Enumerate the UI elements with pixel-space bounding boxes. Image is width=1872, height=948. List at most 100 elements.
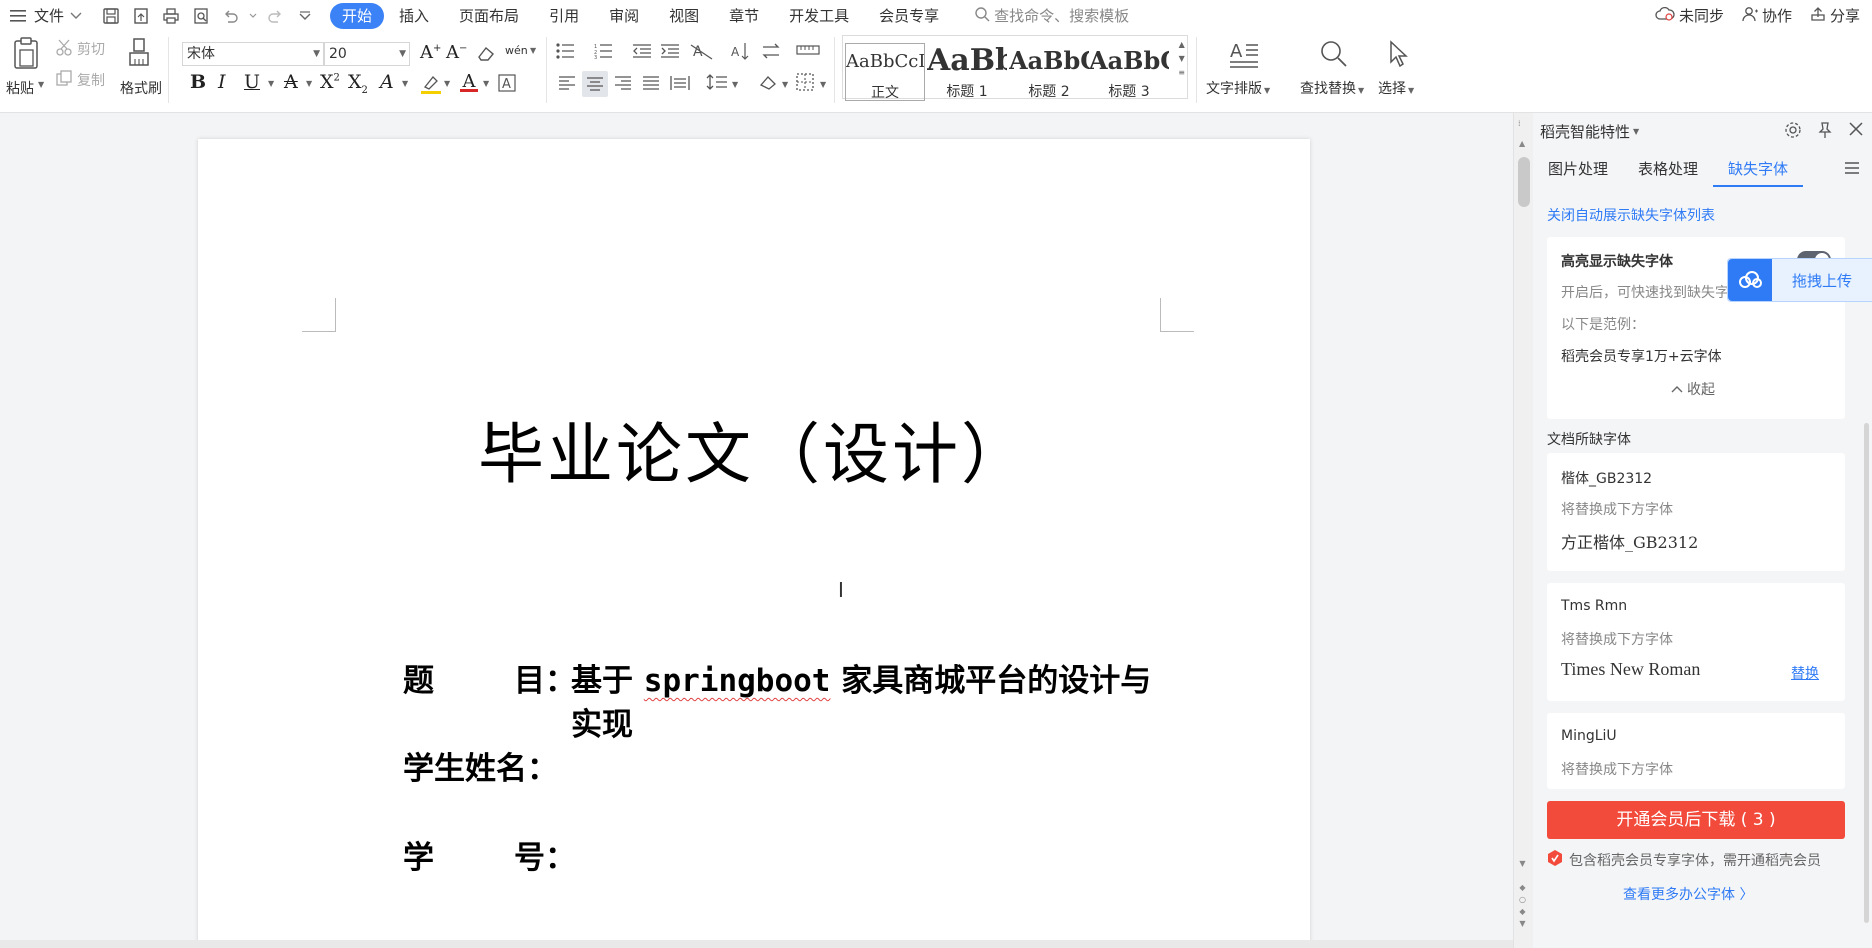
- replace-button[interactable]: 替换: [1791, 663, 1819, 683]
- style-heading-3[interactable]: AaBbC 标题 3: [1089, 43, 1169, 101]
- panel-splitter-scrollbar[interactable]: ⁞ ▲ ▼ ◆ ○ ◆ ▼: [1513, 113, 1533, 948]
- highlight-color-icon[interactable]: [420, 73, 442, 95]
- page-nav-icon[interactable]: ▼ ◆ ○ ◆ ▼: [1519, 858, 1526, 930]
- distribute-icon[interactable]: [670, 75, 690, 91]
- chevron-down-icon[interactable]: ▼: [1633, 127, 1639, 136]
- tab-insert[interactable]: 插入: [384, 2, 444, 30]
- char-border-icon[interactable]: A: [498, 74, 516, 92]
- tab-image-processing[interactable]: 图片处理: [1533, 153, 1623, 187]
- subscript-icon[interactable]: X2: [348, 71, 368, 96]
- text-direction-icon[interactable]: A: [690, 41, 714, 61]
- chevron-down-icon[interactable]: ▼: [483, 79, 489, 88]
- cut-button[interactable]: 剪切: [55, 38, 105, 60]
- export-pdf-icon[interactable]: [128, 3, 154, 29]
- justify-icon[interactable]: [642, 75, 660, 91]
- numbered-list-icon[interactable]: 123: [594, 43, 618, 59]
- bold-icon[interactable]: B: [190, 71, 206, 93]
- paste-dropdown-icon[interactable]: ▼: [38, 80, 44, 89]
- student-id-label[interactable]: 学 号：: [403, 832, 576, 877]
- undo-icon[interactable]: [218, 3, 244, 29]
- student-name-label[interactable]: 学生姓名：: [403, 743, 558, 788]
- style-heading-2[interactable]: AaBbC 标题 2: [1009, 43, 1089, 101]
- print-preview-icon[interactable]: [188, 3, 214, 29]
- document-title[interactable]: 毕业论文（设计）: [198, 401, 1310, 497]
- tab-sections[interactable]: 章节: [714, 2, 774, 30]
- chevron-down-icon[interactable]: ▼: [782, 80, 788, 89]
- font-card[interactable]: MingLiU 将替换成下方字体: [1547, 713, 1845, 789]
- panel-scrollbar[interactable]: [1864, 423, 1869, 923]
- close-icon[interactable]: [1848, 121, 1864, 143]
- style-heading-1[interactable]: AaBb 标题 1: [927, 43, 1007, 101]
- tab-developer[interactable]: 开发工具: [774, 2, 864, 30]
- tab-missing-fonts[interactable]: 缺失字体: [1713, 153, 1804, 187]
- pin-icon[interactable]: [1816, 121, 1834, 143]
- font-size-select[interactable]: 20 ▼: [324, 42, 410, 66]
- text-layout-button[interactable]: 文字排版 ▼: [1206, 78, 1270, 98]
- superscript-icon[interactable]: X2: [320, 71, 340, 93]
- menu-icon[interactable]: [1844, 161, 1860, 179]
- style-normal[interactable]: AaBbCcDd 正文: [845, 43, 925, 101]
- tab-table-processing[interactable]: 表格处理: [1623, 153, 1713, 187]
- tab-member[interactable]: 会员专享: [864, 2, 954, 30]
- phonetic-guide-button[interactable]: wén: [505, 40, 528, 58]
- tab-view[interactable]: 视图: [654, 2, 714, 30]
- font-color-icon[interactable]: A: [460, 71, 478, 92]
- document-page[interactable]: 毕业论文（设计） 题 目： 基于 springboot 家具商城平台的设计与 实现…: [198, 139, 1310, 948]
- redo-icon[interactable]: [262, 3, 288, 29]
- chevron-down-icon[interactable]: ▼: [444, 79, 450, 88]
- styles-scroll[interactable]: ▲ ▼ ≡: [1178, 38, 1185, 80]
- chevron-down-icon[interactable]: ▼: [732, 80, 738, 89]
- misspelled-word[interactable]: springboot: [644, 663, 831, 699]
- close-auto-show-link[interactable]: 关闭自动展示缺失字体列表: [1547, 205, 1715, 225]
- collapse-button[interactable]: 收起: [1671, 379, 1715, 399]
- panel-title[interactable]: 稻壳智能特性: [1540, 121, 1630, 142]
- scroll-up-icon[interactable]: ▲: [1519, 139, 1525, 148]
- chevron-down-icon[interactable]: ▼: [820, 80, 826, 89]
- undo-dropdown-icon[interactable]: [248, 3, 258, 29]
- document-canvas[interactable]: 毕业论文（设计） 题 目： 基于 springboot 家具商城平台的设计与 实现…: [0, 113, 1513, 948]
- collaborate-button[interactable]: 协作: [1742, 5, 1792, 26]
- chevron-down-icon[interactable]: ▼: [306, 79, 312, 88]
- bullet-list-icon[interactable]: [556, 43, 580, 59]
- shrink-font-icon[interactable]: A−: [446, 42, 467, 63]
- italic-icon[interactable]: I: [218, 71, 226, 93]
- cursor-select-icon[interactable]: [1386, 39, 1412, 69]
- shading-icon[interactable]: [758, 73, 780, 91]
- download-fonts-button[interactable]: 开通会员后下载 ( 3 ): [1547, 801, 1845, 839]
- copy-button[interactable]: 复制: [55, 69, 105, 91]
- paste-button[interactable]: 粘贴: [6, 78, 34, 98]
- chevron-down-icon[interactable]: ▼: [402, 79, 408, 88]
- gear-icon[interactable]: [1784, 121, 1802, 143]
- text-effect-icon[interactable]: A: [380, 71, 394, 93]
- more-fonts-link[interactable]: 查看更多办公字体 〉: [1623, 884, 1753, 904]
- paste-icon[interactable]: [8, 35, 44, 71]
- font-name-select[interactable]: 宋体 ▼: [182, 42, 324, 66]
- select-button[interactable]: 选择 ▼: [1378, 78, 1414, 98]
- strikethrough-icon[interactable]: A: [284, 71, 298, 93]
- save-icon[interactable]: [98, 3, 124, 29]
- find-replace-button[interactable]: 查找替换 ▼: [1300, 78, 1364, 98]
- sort-icon[interactable]: A: [730, 41, 750, 61]
- command-search[interactable]: 查找命令、搜索模板: [974, 5, 1129, 26]
- tab-references[interactable]: 引用: [534, 2, 594, 30]
- line-spacing-icon[interactable]: [706, 73, 728, 91]
- drag-upload-widget[interactable]: 拖拽上传: [1727, 258, 1872, 302]
- format-painter-button[interactable]: 格式刷: [120, 78, 162, 98]
- chevron-down-icon[interactable]: ▼: [268, 79, 274, 88]
- topic-value-line1[interactable]: 基于 springboot 家具商城平台的设计与: [571, 655, 1151, 700]
- share-button[interactable]: 分享: [1810, 5, 1860, 26]
- decrease-indent-icon[interactable]: [632, 43, 652, 59]
- format-painter-icon[interactable]: [126, 37, 152, 67]
- show-marks-icon[interactable]: [760, 41, 782, 61]
- topic-value-line2[interactable]: 实现: [571, 699, 633, 744]
- chevron-down-icon[interactable]: ▼: [530, 46, 536, 55]
- search-icon[interactable]: [1318, 39, 1350, 69]
- underline-icon[interactable]: U: [244, 71, 260, 93]
- tab-home[interactable]: 开始: [330, 2, 385, 29]
- ruler-icon[interactable]: [796, 43, 820, 57]
- file-menu[interactable]: 文件: [10, 2, 82, 30]
- font-card[interactable]: Tms Rmn 将替换成下方字体 Times New Roman 替换: [1547, 583, 1845, 701]
- align-right-icon[interactable]: [614, 75, 632, 91]
- sync-status[interactable]: 未同步: [1655, 5, 1724, 26]
- align-left-icon[interactable]: [558, 75, 576, 91]
